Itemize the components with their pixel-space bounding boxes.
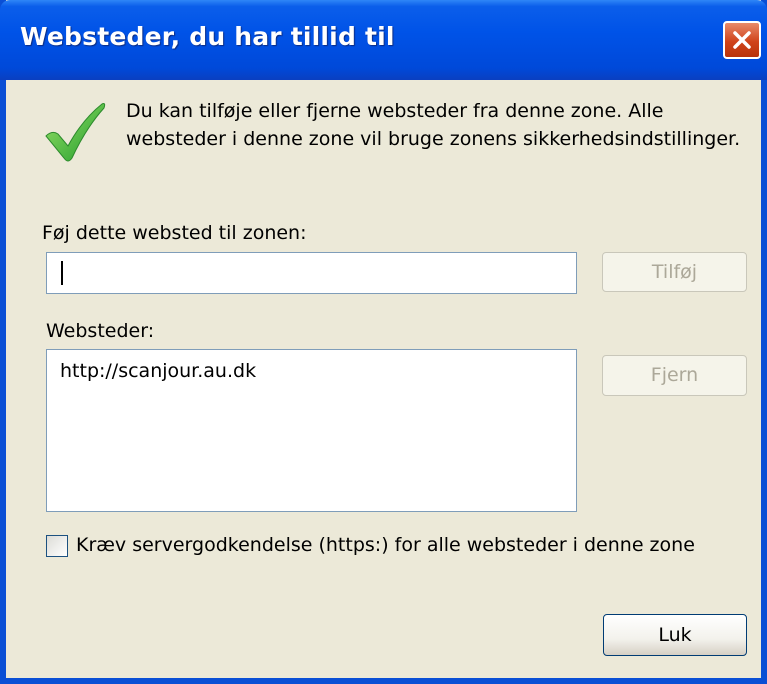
add-button[interactable]: Tilføj (602, 252, 747, 292)
close-icon (733, 31, 751, 49)
checkmark-icon (45, 103, 106, 162)
list-item[interactable]: http://scanjour.au.dk (60, 360, 256, 382)
trusted-sites-dialog: Websteder, du har tillid til Du kan tilf… (0, 0, 767, 684)
websites-label: Websteder: (46, 320, 155, 342)
require-https-checkbox[interactable] (46, 535, 68, 557)
close-button[interactable]: Luk (603, 614, 747, 656)
websites-list[interactable]: http://scanjour.au.dk (46, 349, 577, 512)
window-title: Websteder, du har tillid til (20, 22, 395, 51)
title-bar[interactable]: Websteder, du har tillid til (0, 0, 767, 80)
add-site-label: Føj dette websted til zonen: (42, 222, 307, 244)
site-url-input[interactable] (46, 252, 577, 294)
require-https-label[interactable]: Kræv servergodkendelse (https:) for alle… (76, 534, 695, 556)
close-window-button[interactable] (723, 21, 761, 59)
text-caret (61, 261, 63, 285)
remove-button[interactable]: Fjern (602, 355, 747, 396)
zone-description: Du kan tilføje eller fjerne websteder fr… (126, 100, 741, 150)
